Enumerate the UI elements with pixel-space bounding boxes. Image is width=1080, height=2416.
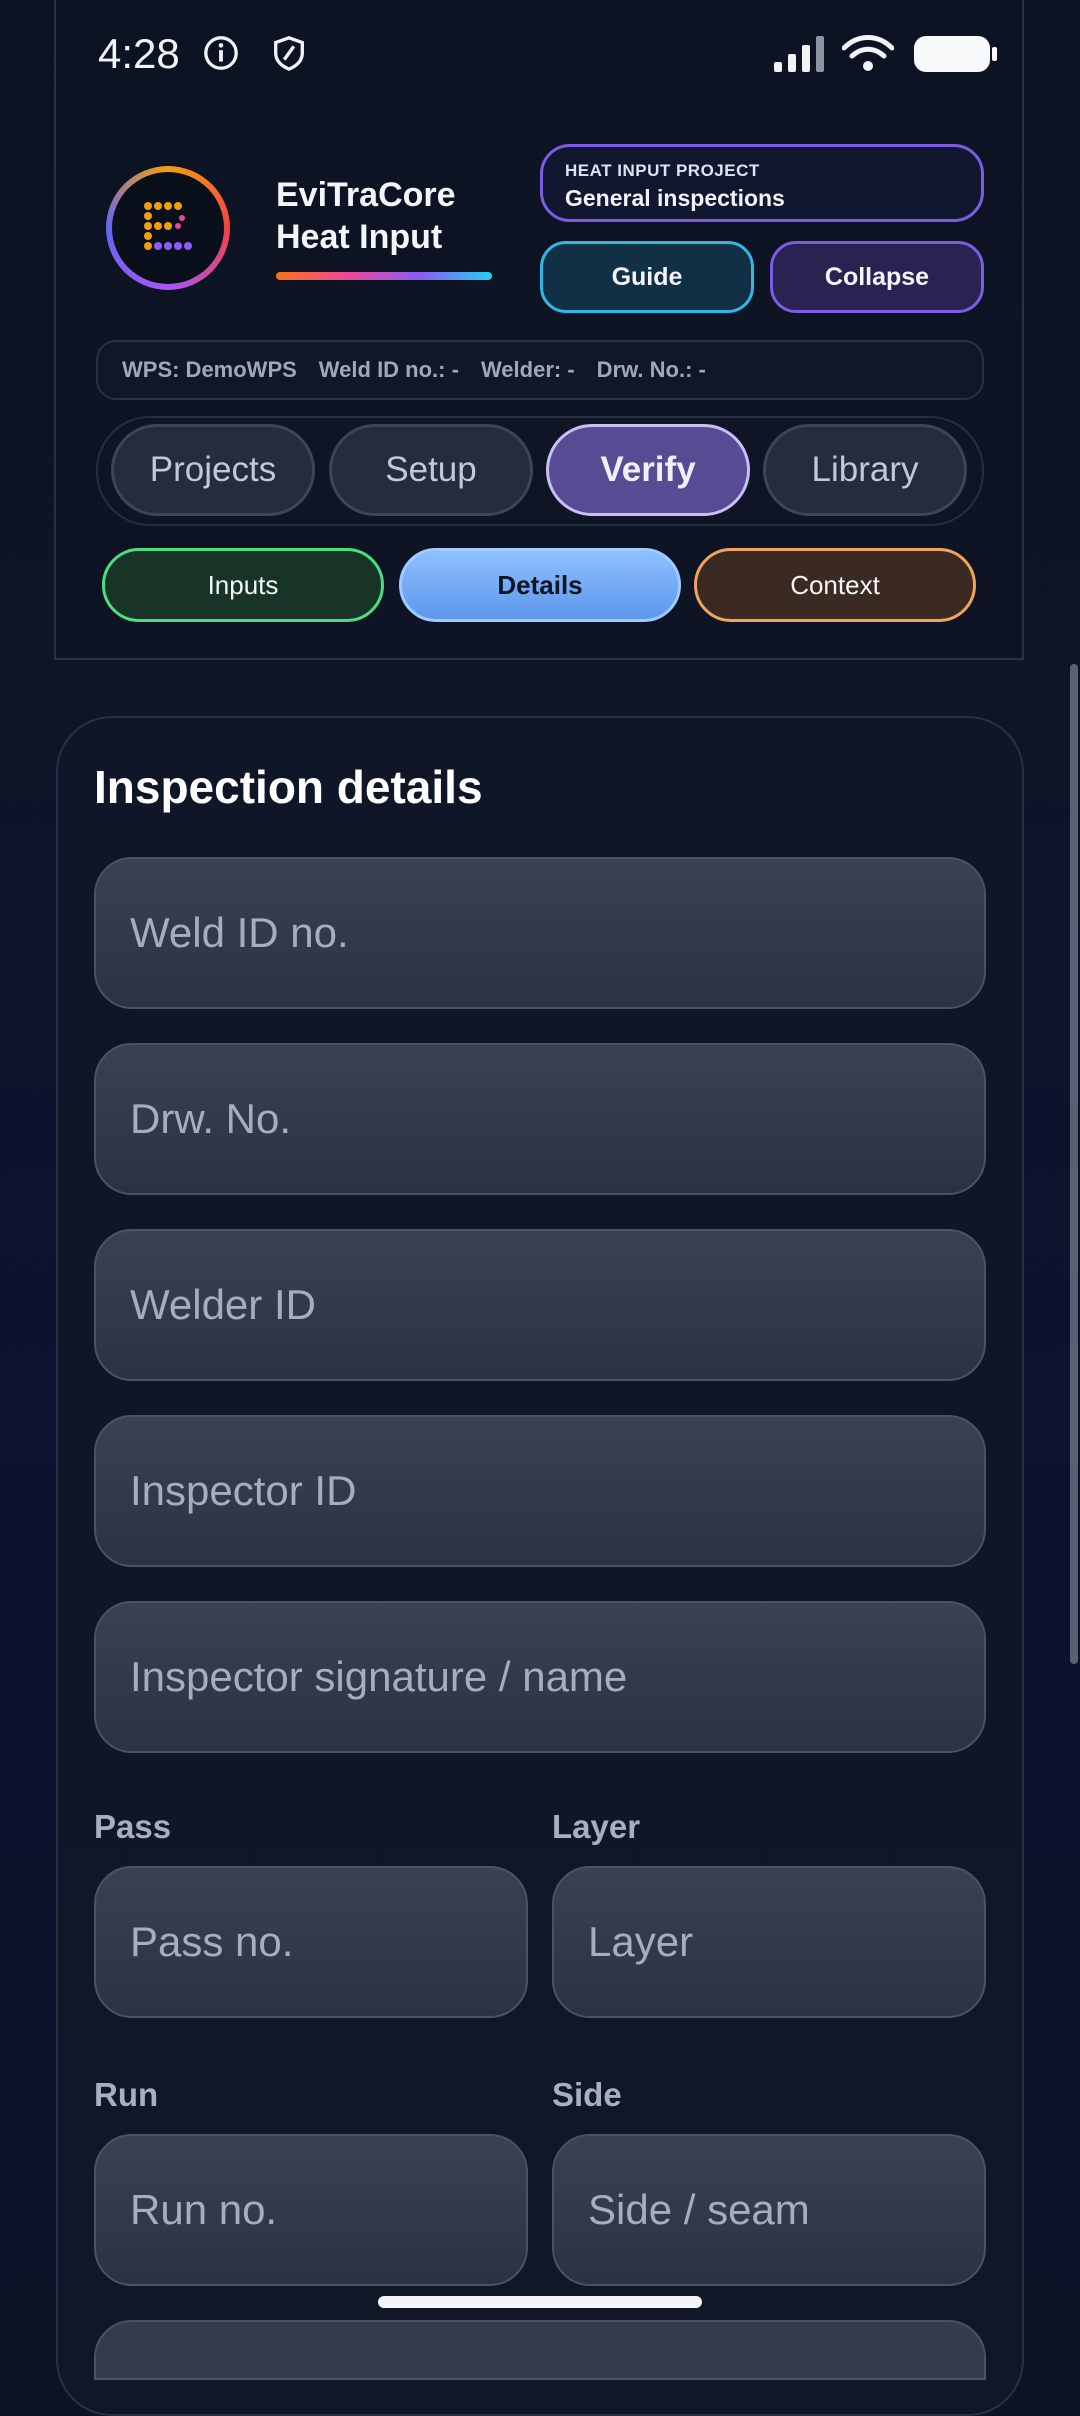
info-icon [204, 36, 238, 70]
layer-field[interactable]: Layer [552, 1866, 986, 2018]
logo-e-icon [144, 202, 192, 250]
pass-label: Pass [94, 1808, 172, 1845]
welder-id-field[interactable]: Welder ID [94, 1229, 986, 1381]
app-logo [106, 166, 230, 290]
run-label: Run [94, 2076, 159, 2113]
welder-summary: Welder: - [480, 357, 575, 382]
drw-summary: Drw. No.: - [596, 357, 706, 382]
shield-icon [274, 36, 304, 71]
brand-line-1: EviTraCore [276, 176, 456, 214]
card-title: Inspection details [94, 761, 483, 813]
scrollbar[interactable] [1070, 664, 1078, 1664]
drw-no-field[interactable]: Drw. No. [94, 1043, 986, 1195]
next-field-partial[interactable] [94, 2320, 986, 2380]
pass-field[interactable]: Pass no. [94, 1866, 528, 2018]
brand-line-2: Heat Input [276, 218, 443, 256]
side-field[interactable]: Side / seam [552, 2134, 986, 2286]
run-field[interactable]: Run no. [94, 2134, 528, 2286]
signal-icon [774, 36, 824, 72]
tab-setup[interactable]: Setup [329, 424, 533, 516]
project-name: General inspections [565, 185, 785, 211]
battery-icon [914, 36, 997, 72]
summary-bar: WPS: DemoWPS Weld ID no.: - Welder: - Dr… [96, 340, 984, 400]
subtab-details[interactable]: Details [399, 548, 681, 622]
project-selector[interactable]: HEAT INPUT PROJECT General inspections [540, 144, 984, 222]
subtab-context[interactable]: Context [694, 548, 976, 622]
wifi-icon [842, 35, 894, 71]
weld-id-field[interactable]: Weld ID no. [94, 857, 986, 1009]
tab-projects[interactable]: Projects [111, 424, 315, 516]
clock: 4:28 [98, 30, 180, 77]
collapse-button[interactable]: Collapse [770, 241, 984, 313]
wps-summary: WPS: DemoWPS [122, 357, 297, 382]
app-name: EviTraCore Heat Input [276, 174, 456, 258]
subtab-inputs[interactable]: Inputs [102, 548, 384, 622]
layer-label: Layer [552, 1808, 641, 1845]
status-bar: 4:28 [98, 28, 998, 80]
home-indicator[interactable] [378, 2296, 702, 2308]
project-label: HEAT INPUT PROJECT [565, 161, 760, 180]
tab-verify[interactable]: Verify [546, 424, 750, 516]
tab-library[interactable]: Library [763, 424, 967, 516]
guide-button[interactable]: Guide [540, 241, 754, 313]
inspector-id-field[interactable]: Inspector ID [94, 1415, 986, 1567]
brand-underline [276, 272, 492, 280]
inspector-signature-field[interactable]: Inspector signature / name [94, 1601, 986, 1753]
side-label: Side [552, 2076, 622, 2113]
weld-id-summary: Weld ID no.: - [318, 357, 459, 382]
